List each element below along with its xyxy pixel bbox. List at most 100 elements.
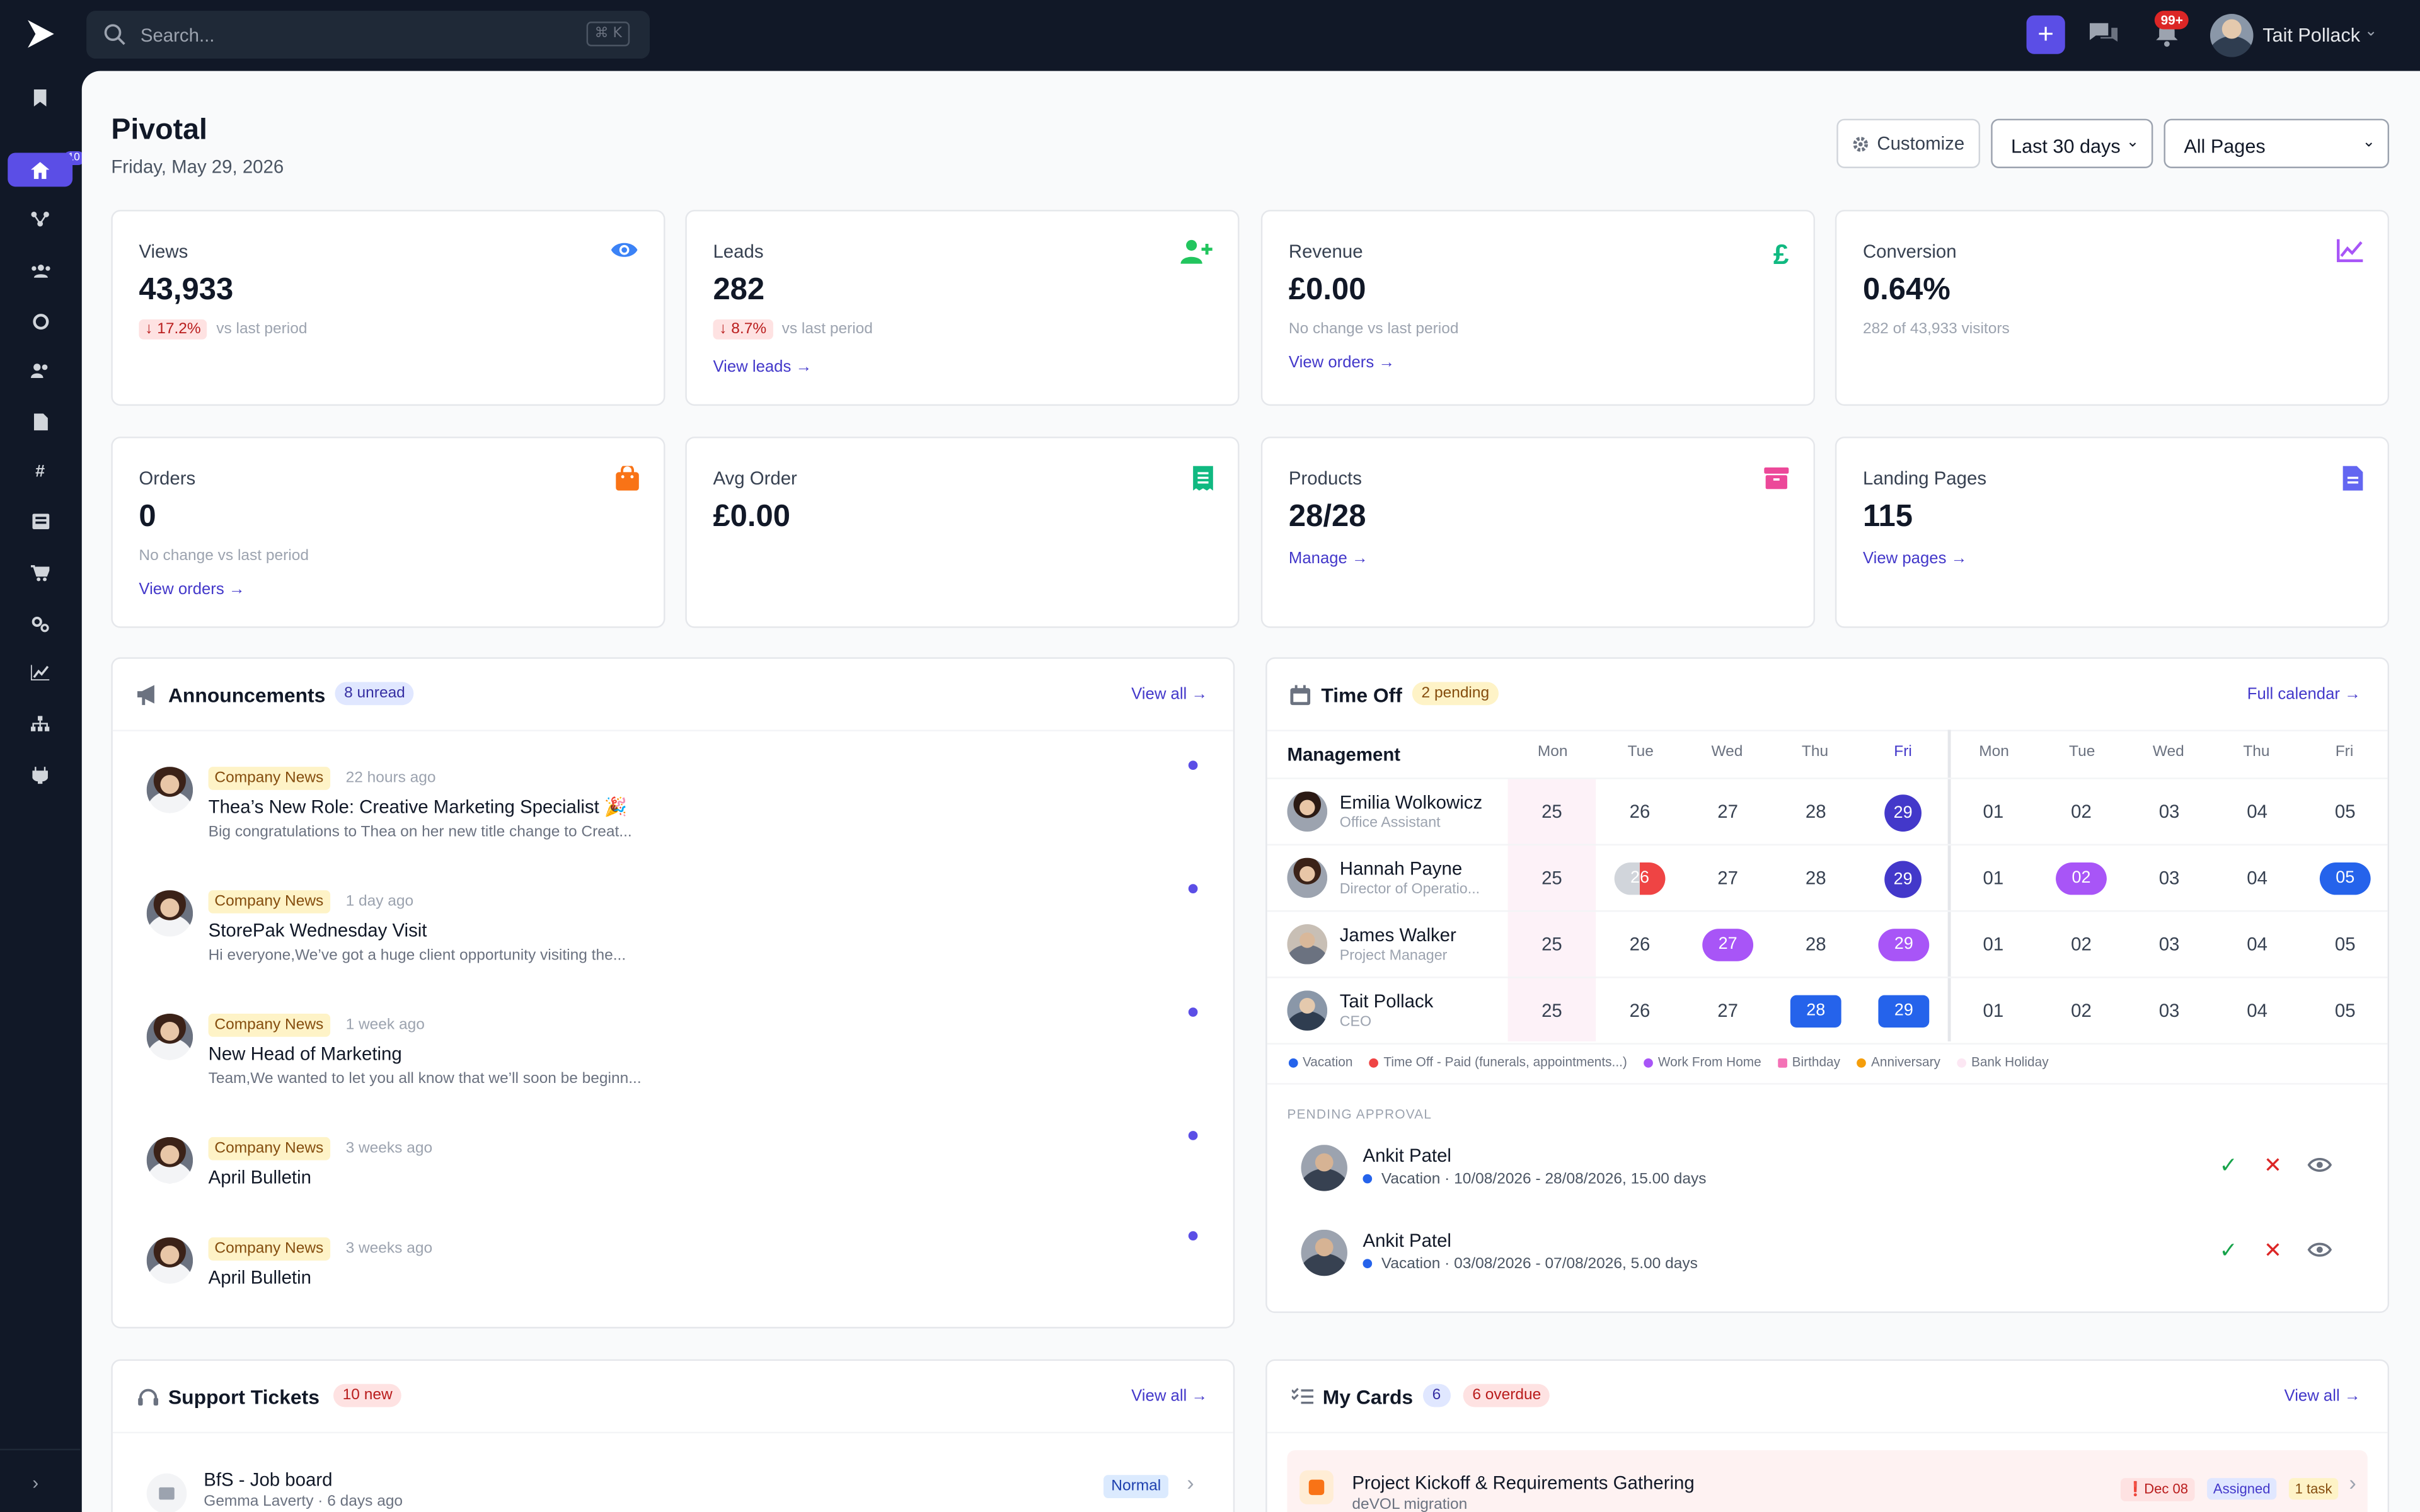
date-cell[interactable]: 01 <box>1949 779 2037 845</box>
date-cell[interactable]: 29 <box>1860 978 1948 1045</box>
chevron-right-icon: › <box>1187 1470 1194 1496</box>
date-cell[interactable]: 05 <box>2301 845 2389 912</box>
announcement-item[interactable]: Company News 3 weeks ago April Bulletin <box>113 1131 1233 1245</box>
date-cell-today[interactable]: 29 <box>1860 845 1948 912</box>
app-logo[interactable] <box>23 17 57 51</box>
eye-icon[interactable] <box>2308 1240 2333 1259</box>
date-cell[interactable]: 25 <box>1508 912 1596 978</box>
date-cell[interactable]: 01 <box>1949 912 2037 978</box>
approve-icon[interactable]: ✓ <box>2220 1237 2238 1264</box>
announcement-item[interactable]: Company News 3 weeks ago April Bulletin <box>113 1231 1233 1345</box>
reject-icon[interactable]: ✕ <box>2264 1237 2282 1264</box>
date-cell[interactable]: 26 <box>1596 912 1684 978</box>
user-avatar[interactable] <box>2210 14 2254 57</box>
date-cell[interactable]: 02 <box>2037 978 2126 1045</box>
date-cell[interactable]: 26 <box>1596 978 1684 1045</box>
date-cell[interactable]: 03 <box>2125 912 2213 978</box>
date-cell[interactable]: 03 <box>2125 978 2213 1045</box>
date-cell[interactable]: 28 <box>1772 912 1860 978</box>
date-cell-today[interactable]: 29 <box>1860 779 1948 845</box>
support-icon[interactable] <box>8 304 72 338</box>
date-cell[interactable]: 25 <box>1508 845 1596 912</box>
eye-icon[interactable] <box>2308 1155 2333 1174</box>
date-cell[interactable]: 03 <box>2125 779 2213 845</box>
date-cell[interactable]: 05 <box>2301 912 2389 978</box>
hashtag-icon[interactable]: # <box>8 455 72 489</box>
chat-icon[interactable] <box>2087 20 2121 48</box>
stat-label: Products <box>1288 467 1362 490</box>
announcement-excerpt: Hi everyone,We’ve got a huge client oppo… <box>208 947 626 965</box>
date-cell[interactable]: 03 <box>2125 845 2213 912</box>
view-orders-link[interactable]: View orders → <box>139 580 245 598</box>
date-cell[interactable]: 28 <box>1772 779 1860 845</box>
box-icon <box>1764 467 1789 490</box>
date-cell[interactable]: 04 <box>2213 978 2302 1045</box>
date-cell[interactable]: 28 <box>1772 845 1860 912</box>
ticket-meta: Gemma Laverty · 6 days ago <box>204 1493 403 1511</box>
users-icon[interactable] <box>8 353 72 387</box>
date-cell[interactable]: 25 <box>1508 978 1596 1045</box>
support-view-all[interactable]: View all → <box>1131 1387 1207 1406</box>
date-cell[interactable]: 04 <box>2213 845 2302 912</box>
announcement-item[interactable]: Company News 1 day ago StorePak Wednesda… <box>113 884 1233 998</box>
unread-badge: 8 unread <box>335 682 415 706</box>
date-cell[interactable]: 27 <box>1684 845 1772 912</box>
date-cell[interactable]: 05 <box>2301 978 2389 1045</box>
date-cell[interactable]: 02 <box>2037 912 2126 978</box>
approve-icon[interactable]: ✓ <box>2220 1152 2238 1179</box>
view-pages-link[interactable]: View pages → <box>1863 549 1967 568</box>
date-cell[interactable]: 27 <box>1684 912 1772 978</box>
notification-badge: 99+ <box>2154 11 2189 30</box>
announcement-item[interactable]: Company News 1 week ago New Head of Mark… <box>113 1007 1233 1121</box>
cards-view-all[interactable]: View all → <box>2285 1387 2361 1406</box>
user-name[interactable]: Tait Pollack <box>2262 25 2360 46</box>
search-bar[interactable]: Search... ⌘ K <box>86 11 650 59</box>
date-cell[interactable]: 27 <box>1684 978 1772 1045</box>
document-icon[interactable] <box>8 404 72 438</box>
date-cell[interactable]: 01 <box>1949 845 2037 912</box>
pages-value: All Pages <box>2184 135 2266 158</box>
date-cell[interactable]: 26 <box>1596 779 1684 845</box>
plug-icon[interactable] <box>8 757 72 791</box>
date-cell-half-day[interactable]: 26 <box>1596 845 1684 912</box>
date-cell[interactable]: 04 <box>2213 912 2302 978</box>
manage-products-link[interactable]: Manage → <box>1289 549 1368 568</box>
date-cell[interactable]: 05 <box>2301 779 2389 845</box>
team-icon[interactable] <box>8 253 72 287</box>
settings-icon[interactable] <box>8 606 72 640</box>
expand-sidebar-icon[interactable]: › <box>32 1472 38 1493</box>
pending-badge: 2 pending <box>1412 682 1499 706</box>
ticket-row[interactable]: BfS - Job board Gemma Laverty · 6 days a… <box>113 1469 1233 1512</box>
date-cell[interactable]: 28 <box>1772 978 1860 1045</box>
requester-avatar <box>1301 1229 1347 1276</box>
date-cell[interactable]: 27 <box>1684 779 1772 845</box>
date-cell[interactable]: 25 <box>1508 779 1596 845</box>
category-tag: Company News <box>208 890 330 914</box>
home-icon[interactable] <box>8 152 73 187</box>
announcements-view-all[interactable]: View all → <box>1131 685 1207 703</box>
card-row[interactable]: Project Kickoff & Requirements Gathering… <box>1287 1450 2368 1512</box>
stat-card-leads: Leads 282 ↓ 8.7% vs last period View lead… <box>685 210 1240 406</box>
view-orders-link[interactable]: View orders → <box>1289 353 1395 372</box>
chevron-down-icon[interactable]: ⌄ <box>2365 23 2378 40</box>
org-chart-icon[interactable] <box>8 707 72 741</box>
date-cell[interactable]: 02 <box>2037 845 2126 912</box>
date-cell[interactable]: 02 <box>2037 779 2126 845</box>
date-cell[interactable]: 01 <box>1949 978 2037 1045</box>
full-calendar-link[interactable]: Full calendar → <box>2247 685 2361 703</box>
period-select[interactable]: Last 30 days ⌄ <box>1991 118 2153 168</box>
news-icon[interactable] <box>8 505 72 539</box>
announcement-item[interactable]: Company News 22 hours ago Thea’s New Rol… <box>113 760 1233 874</box>
analytics-icon[interactable] <box>8 656 72 690</box>
stat-label: Conversion <box>1862 241 1957 263</box>
pages-select[interactable]: All Pages ⌄ <box>2164 118 2390 168</box>
reject-icon[interactable]: ✕ <box>2264 1152 2282 1179</box>
workflow-icon[interactable] <box>8 202 72 236</box>
customize-button[interactable]: Customize <box>1836 118 1981 168</box>
date-cell[interactable]: 29 <box>1860 912 1948 978</box>
bookmark-icon[interactable] <box>8 80 72 114</box>
create-button[interactable]: + <box>2026 15 2065 54</box>
cart-icon[interactable] <box>8 556 72 590</box>
date-cell[interactable]: 04 <box>2213 779 2302 845</box>
view-leads-link[interactable]: View leads → <box>713 358 812 376</box>
